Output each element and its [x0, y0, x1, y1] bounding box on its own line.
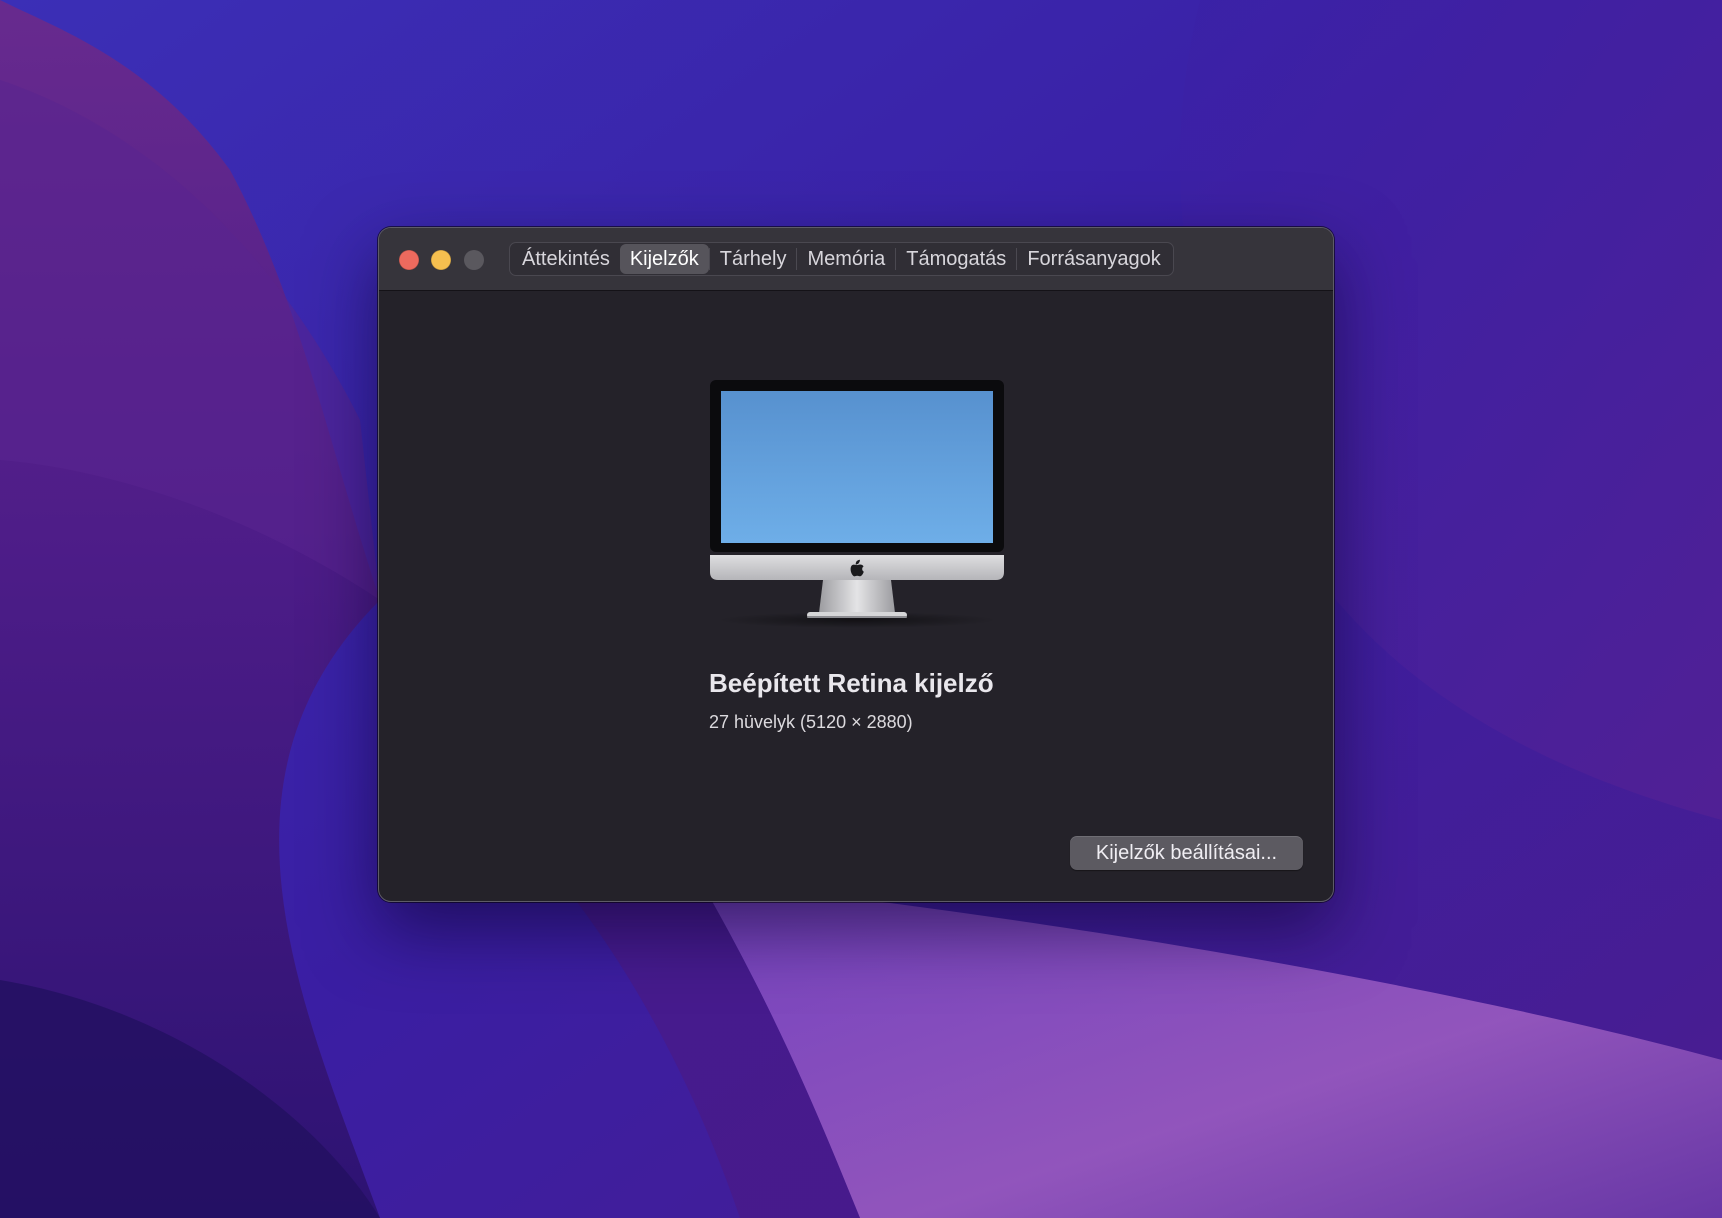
- display-details: 27 hüvelyk (5120 × 2880): [709, 712, 913, 732]
- tab-support[interactable]: Támogatás: [896, 244, 1016, 274]
- tab-overview[interactable]: Áttekintés: [512, 244, 620, 274]
- close-icon[interactable]: [399, 250, 419, 270]
- display-name: Beépített Retina kijelző: [709, 668, 994, 698]
- tab-bar: Áttekintés Kijelzők Tárhely Memória Támo…: [509, 242, 1174, 276]
- window-titlebar: Áttekintés Kijelzők Tárhely Memória Támo…: [379, 228, 1333, 291]
- imac-icon: [710, 380, 1004, 628]
- display-settings-button[interactable]: Kijelzők beállításai...: [1070, 836, 1303, 870]
- tab-displays[interactable]: Kijelzők: [619, 244, 709, 274]
- tab-resources[interactable]: Forrásanyagok: [1017, 244, 1170, 274]
- minimize-icon[interactable]: [431, 250, 451, 270]
- tab-storage[interactable]: Tárhely: [710, 244, 797, 274]
- tab-memory[interactable]: Memória: [797, 244, 895, 274]
- zoom-icon: [464, 250, 484, 270]
- desktop: Áttekintés Kijelzők Tárhely Memória Támo…: [0, 0, 1722, 1218]
- about-this-mac-window: Áttekintés Kijelzők Tárhely Memória Támo…: [378, 227, 1334, 902]
